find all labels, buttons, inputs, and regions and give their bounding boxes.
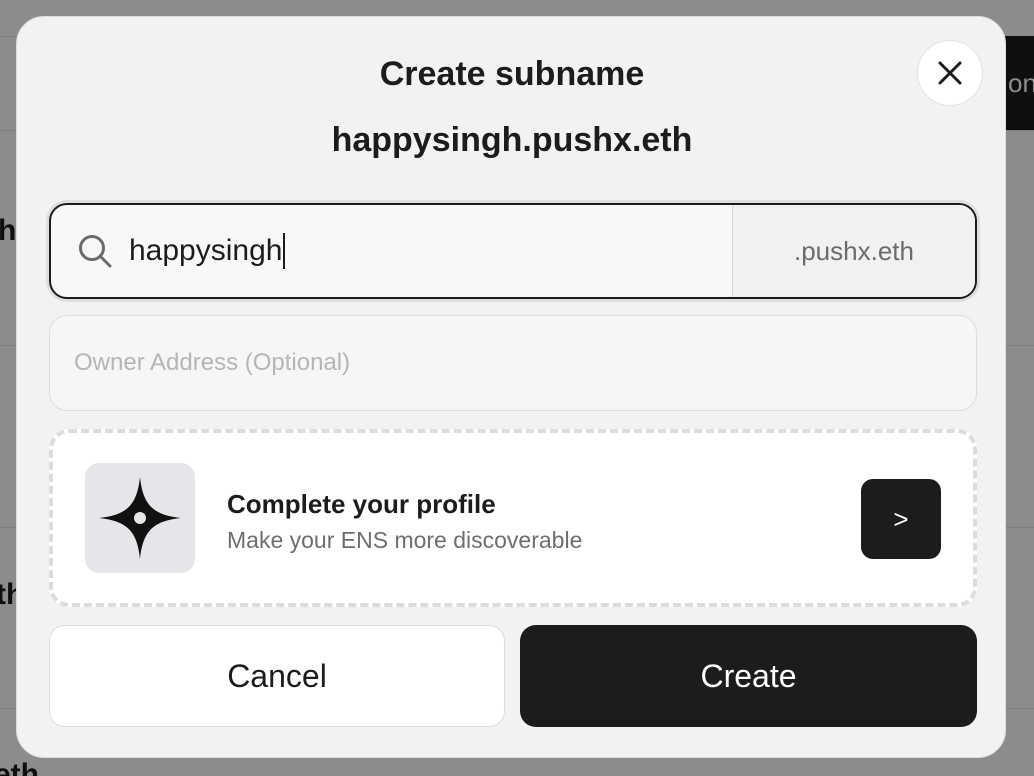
profile-next-button[interactable]: > — [861, 479, 941, 559]
create-subname-modal: Create subname happysingh.pushx.eth happ… — [16, 16, 1006, 758]
subname-input-value[interactable]: happysingh — [129, 233, 286, 269]
profile-icon-box — [85, 463, 195, 573]
profile-card-description: Make your ENS more discoverable — [227, 527, 583, 553]
domain-suffix: .pushx.eth — [732, 205, 975, 297]
owner-address-field[interactable] — [49, 315, 977, 411]
create-button[interactable]: Create — [520, 625, 977, 727]
subname-input-text: happysingh — [129, 234, 283, 267]
text-caret — [283, 233, 286, 269]
search-icon — [79, 235, 112, 268]
complete-profile-card[interactable]: Complete your profile Make your ENS more… — [49, 429, 977, 607]
profile-card-title: Complete your profile — [227, 489, 496, 519]
modal-title: Create subname — [379, 55, 645, 93]
sparkle-icon — [99, 477, 181, 559]
cancel-button[interactable]: Cancel — [49, 625, 505, 727]
subname-input[interactable]: happysingh — [51, 205, 732, 297]
subname-preview: happysingh.pushx.eth — [331, 121, 693, 159]
subname-input-group[interactable]: happysingh .pushx.eth — [49, 203, 977, 299]
